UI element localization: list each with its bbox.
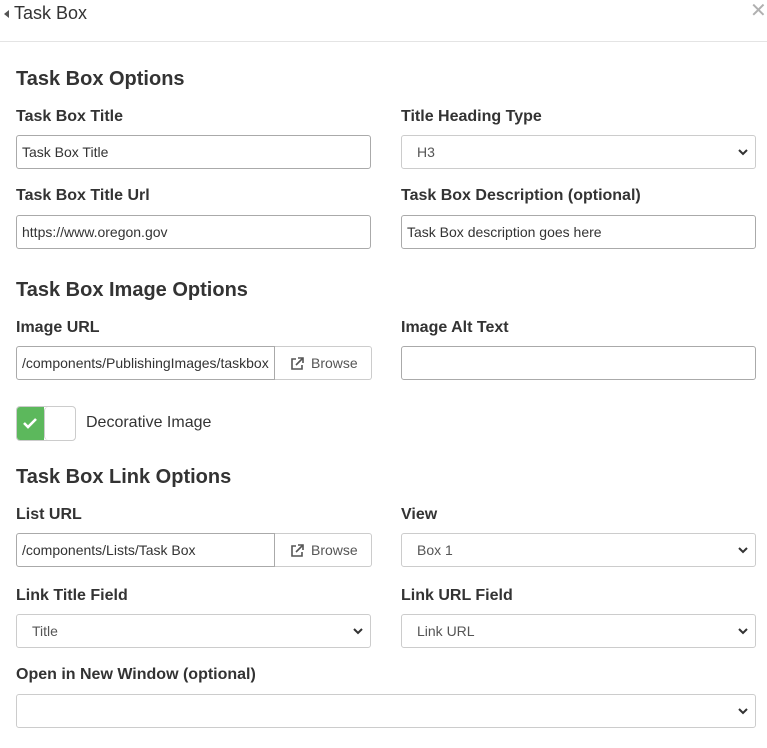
link-title-field-select[interactable]: Title xyxy=(16,614,371,648)
link-url-field-value: Link URL xyxy=(417,623,475,639)
chevron-down-icon xyxy=(738,547,748,554)
check-icon xyxy=(23,418,37,429)
section-title-image: Task Box Image Options xyxy=(16,279,248,301)
list-browse-button[interactable]: Browse xyxy=(275,533,372,567)
section-title-link: Task Box Link Options xyxy=(16,466,232,488)
chevron-down-icon xyxy=(353,628,363,635)
browse-label: Browse xyxy=(311,355,358,371)
image-alt-text-label: Image Alt Text xyxy=(401,319,509,336)
caret-left-icon[interactable] xyxy=(4,10,9,18)
view-value: Box 1 xyxy=(417,542,453,558)
decorative-image-label: Decorative Image xyxy=(86,414,212,431)
image-browse-button[interactable]: Browse xyxy=(275,346,372,380)
title-heading-type-value: H3 xyxy=(417,144,435,160)
chevron-down-icon xyxy=(738,708,748,715)
title-heading-type-select[interactable]: H3 xyxy=(401,135,756,169)
external-link-icon xyxy=(291,544,304,557)
image-url-label: Image URL xyxy=(16,319,100,336)
link-url-field-select[interactable]: Link URL xyxy=(401,614,756,648)
task-box-title-url-input[interactable]: https://www.oregon.gov xyxy=(16,215,371,249)
dialog-title: Task Box xyxy=(14,3,88,23)
title-heading-type-label: Title Heading Type xyxy=(401,108,542,125)
toggle-knob xyxy=(44,407,75,440)
image-url-input[interactable]: /components/PublishingImages/taskbox xyxy=(16,346,275,380)
view-select[interactable]: Box 1 xyxy=(401,533,756,567)
task-box-title-input[interactable]: Task Box Title xyxy=(16,135,371,169)
task-box-description-input[interactable]: Task Box description goes here xyxy=(401,215,756,249)
browse-label: Browse xyxy=(311,542,358,558)
link-title-field-value: Title xyxy=(32,623,58,639)
open-new-window-label: Open in New Window (optional) xyxy=(16,666,256,683)
dialog-header: Task Box ✕ xyxy=(0,0,767,42)
link-url-field-label: Link URL Field xyxy=(401,587,513,604)
toggle-on-segment xyxy=(17,407,44,440)
open-new-window-select[interactable] xyxy=(16,694,756,728)
task-box-title-url-label: Task Box Title Url xyxy=(16,187,150,204)
chevron-down-icon xyxy=(738,628,748,635)
image-alt-text-input[interactable] xyxy=(401,346,756,380)
close-icon[interactable]: ✕ xyxy=(750,1,767,21)
section-title-options: Task Box Options xyxy=(16,68,185,90)
chevron-down-icon xyxy=(738,149,748,156)
task-box-description-label: Task Box Description (optional) xyxy=(401,187,641,204)
link-title-field-label: Link Title Field xyxy=(16,587,128,604)
list-url-input[interactable]: /components/Lists/Task Box xyxy=(16,533,275,567)
list-url-label: List URL xyxy=(16,506,82,523)
task-box-title-label: Task Box Title xyxy=(16,108,123,125)
view-label: View xyxy=(401,506,438,523)
decorative-image-toggle[interactable] xyxy=(16,406,76,441)
external-link-icon xyxy=(291,357,304,370)
